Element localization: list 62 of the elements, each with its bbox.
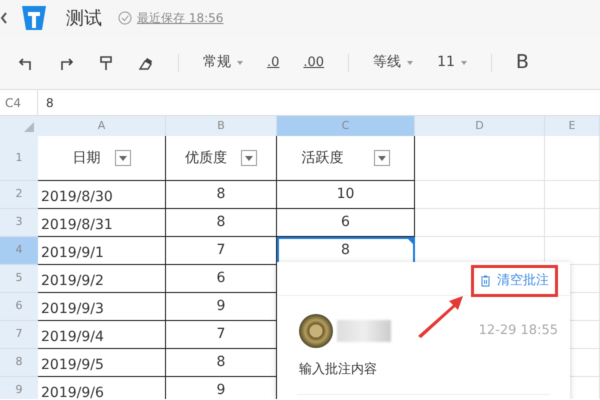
table-cell: 2019/9/5 [38, 349, 166, 377]
row-header[interactable]: 7 [0, 321, 38, 349]
table-cell: 2019/9/3 [38, 293, 166, 321]
column-title: 优质度 [185, 148, 227, 168]
dropdown-button[interactable]: 11 [437, 52, 467, 73]
caret-icon [237, 60, 243, 64]
filter-button[interactable] [241, 150, 257, 166]
blurred-name [337, 320, 391, 342]
decimal-button[interactable]: .00 [303, 52, 324, 72]
table-cell [545, 209, 600, 237]
row-header[interactable]: 4 [0, 237, 38, 265]
formula-value[interactable]: 8 [38, 94, 54, 112]
back-icon[interactable] [0, 11, 8, 25]
table-cell: 10 [277, 181, 415, 209]
row-header[interactable]: 5 [0, 265, 38, 293]
avatar [299, 314, 333, 348]
save-status: 最近保存 18:56 [137, 10, 224, 27]
table-cell: 2019/9/4 [38, 321, 166, 349]
filter-button[interactable] [114, 150, 130, 166]
table-cell: 2019/9/1 [38, 237, 166, 265]
table-cell: 2019/9/2 [38, 265, 166, 293]
row-header[interactable]: 8 [0, 349, 38, 377]
column-header[interactable]: C [277, 116, 415, 136]
clear-comments-button[interactable]: 清空批注 [471, 265, 558, 296]
trash-icon [480, 274, 491, 287]
row-header[interactable]: 1 [0, 136, 38, 181]
table-cell: 6 [277, 209, 415, 237]
table-cell [545, 181, 600, 209]
column-header[interactable]: B [166, 116, 277, 136]
caret-icon [460, 60, 467, 64]
row-header[interactable]: 2 [0, 181, 38, 209]
document-title: 测试 [66, 6, 102, 30]
column-title: 活跃度 [302, 148, 344, 168]
filter-button[interactable] [374, 150, 390, 166]
caret-icon [245, 156, 253, 160]
column-header[interactable]: E [545, 116, 600, 136]
table-cell: 2019/8/31 [38, 209, 166, 237]
caret-icon [378, 156, 386, 160]
dropdown-button[interactable]: 等线 [373, 52, 414, 73]
table-cell: 2019/9/6 [38, 377, 166, 399]
check-icon [118, 11, 132, 25]
paint-roller-icon[interactable] [98, 54, 114, 70]
column-title: 日期 [72, 148, 100, 168]
column-header[interactable]: A [38, 116, 166, 136]
table-cell [545, 136, 600, 181]
table-cell: 8 [166, 181, 277, 209]
cell-reference: C4 [0, 90, 38, 115]
caret-icon [407, 60, 414, 64]
comment-marker [407, 238, 413, 244]
table-cell: 2019/8/30 [38, 181, 166, 209]
caret-icon [118, 156, 126, 160]
bold-button[interactable]: B [516, 48, 529, 77]
row-header[interactable]: 6 [0, 293, 38, 321]
table-cell: 7 [166, 237, 277, 265]
row-header[interactable]: 3 [0, 209, 38, 237]
decimal-button[interactable]: .0 [267, 52, 280, 72]
dropdown-button[interactable]: 常规 [203, 52, 243, 73]
comment-time: 12-29 18:55 [478, 322, 558, 340]
column-header[interactable]: D [415, 116, 545, 136]
table-cell: 8 [166, 209, 277, 237]
cell-value: 8 [341, 241, 350, 260]
row-header[interactable]: 9 [0, 377, 38, 399]
